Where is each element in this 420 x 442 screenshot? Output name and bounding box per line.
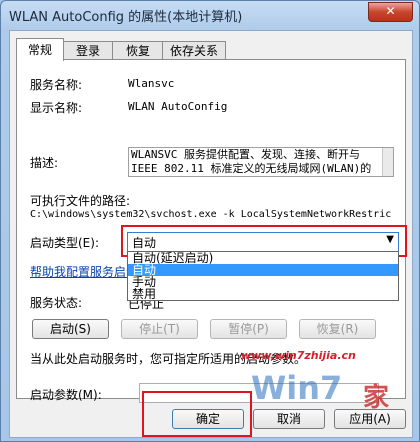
- general-tab-panel: 服务名称: Wlansvc 显示名称: WLAN AutoConfig 描述: …: [16, 59, 407, 403]
- properties-window: WLAN AutoConfig 的属性(本地计算机) ✕ 常规 登录 恢复 依存…: [0, 0, 420, 442]
- dialog-client-area: 常规 登录 恢复 依存关系 服务名称: Wlansvc 显示名称: WLAN A…: [9, 30, 413, 438]
- watermark-url: www.win7zhijia.cn: [241, 349, 356, 362]
- exe-path-value: C:\windows\system32\svchost.exe -k Local…: [30, 209, 392, 220]
- title-bar[interactable]: WLAN AutoConfig 的属性(本地计算机) ✕: [1, 1, 419, 29]
- service-status-label: 服务状态:: [30, 296, 83, 310]
- help-config-link[interactable]: 帮助我配置服务启动: [30, 263, 138, 280]
- startup-option-disabled[interactable]: 禁用: [128, 288, 398, 300]
- startup-type-label: 启动类型(E):: [30, 236, 99, 250]
- highlight-box-ok: [142, 391, 252, 437]
- description-box[interactable]: WLANSVC 服务提供配置、发现、连接、断开与 IEEE 802.11 标准定…: [128, 147, 394, 177]
- startup-option-delayed[interactable]: 自动(延迟启动): [128, 252, 398, 264]
- service-name-value: Wlansvc: [128, 77, 175, 90]
- service-name-label: 服务名称:: [30, 78, 83, 92]
- tab-recovery[interactable]: 恢复: [112, 41, 164, 60]
- display-name-value: WLAN AutoConfig: [128, 100, 228, 113]
- stop-button[interactable]: 停止(T): [121, 319, 198, 339]
- watermark-logo: Win7: [251, 369, 343, 407]
- description-line: IEEE 802.11 标准定义的无线局域网(WLAN)的: [131, 162, 372, 175]
- startup-option-manual[interactable]: 手动: [128, 276, 398, 288]
- window-title: WLAN AutoConfig 的属性(本地计算机): [9, 10, 243, 25]
- exe-path-label: 可执行文件的路径:: [30, 194, 131, 208]
- tab-general[interactable]: 常规: [16, 38, 64, 61]
- description-line: WLANSVC 服务提供配置、发现、连接、断开与: [131, 148, 360, 161]
- description-scrollbar[interactable]: [382, 148, 393, 176]
- start-params-label: 启动参数(M):: [30, 388, 102, 402]
- pause-button[interactable]: 暂停(P): [210, 319, 287, 339]
- start-button[interactable]: 启动(S): [32, 319, 109, 339]
- startup-option-auto[interactable]: 自动: [128, 264, 398, 276]
- tab-logon[interactable]: 登录: [62, 41, 114, 60]
- tab-dependencies[interactable]: 依存关系: [162, 41, 226, 60]
- description-label: 描述:: [30, 156, 59, 170]
- display-name-label: 显示名称:: [30, 101, 83, 115]
- close-button[interactable]: ✕: [368, 2, 413, 22]
- resume-button[interactable]: 恢复(R): [299, 319, 376, 339]
- startup-type-listbox[interactable]: 自动(延迟启动) 自动 手动 禁用: [127, 251, 399, 301]
- watermark-logo-suffix: 家: [363, 383, 390, 413]
- cancel-button[interactable]: 取消: [253, 409, 325, 429]
